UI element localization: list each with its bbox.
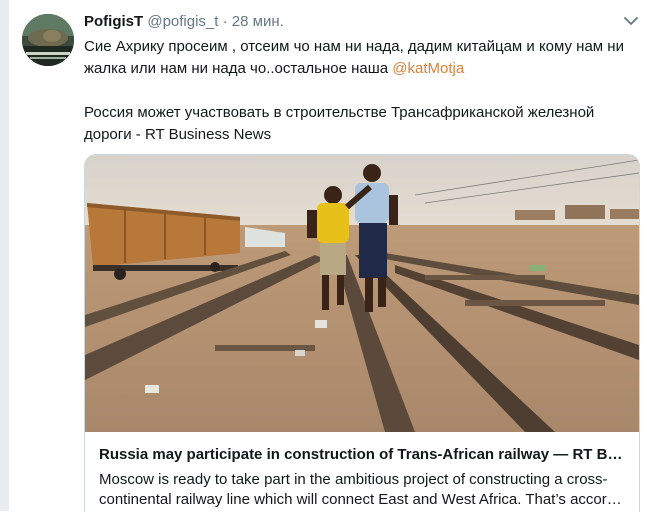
header-separator: · (222, 13, 228, 30)
tweet-timestamp[interactable]: 28 мин. (232, 13, 284, 30)
card-text: Russia may participate in construction o… (99, 445, 629, 510)
mention-link[interactable]: @katMotja (392, 60, 464, 77)
link-card[interactable]: Russia may participate in construction o… (84, 154, 640, 512)
chevron-down-icon[interactable] (623, 15, 639, 27)
author-name[interactable]: PofigisT (84, 13, 143, 30)
tweet-line-2-text: жалка или нам ни нада чо..остальное наша (84, 60, 393, 77)
tweet-header: PofigisT @pofigis_t · 28 мин. (84, 13, 284, 30)
tweet-line-2: жалка или нам ни нада чо..остальное наша… (84, 58, 632, 80)
avatar[interactable] (22, 14, 74, 66)
tweet-line-3: Россия может участвовать в строительстве… (84, 104, 595, 121)
card-description: Moscow is ready to take part in the ambi… (99, 471, 622, 508)
author-handle[interactable]: @pofigis_t (147, 13, 218, 30)
tweet-text: Сие Ахрику просеим , отсеим чо нам ни на… (84, 36, 632, 146)
tweet-line-1: Сие Ахрику просеим , отсеим чо нам ни на… (84, 38, 624, 55)
card-image[interactable] (85, 155, 639, 432)
left-margin-strip (0, 0, 9, 511)
tweet-line-4: дороги - RT Business News (84, 126, 272, 143)
card-title[interactable]: Russia may participate in construction o… (99, 445, 629, 465)
